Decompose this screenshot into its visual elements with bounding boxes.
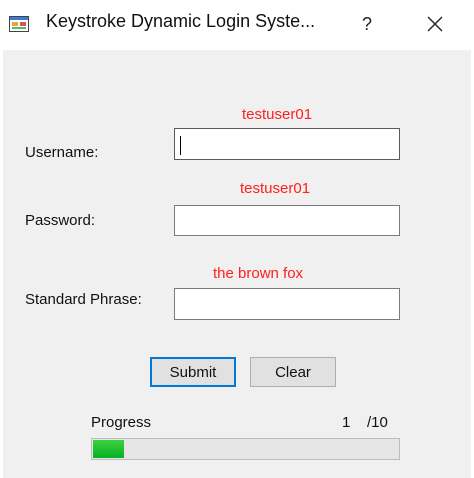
form-client-area	[3, 50, 471, 478]
progress-total: /10	[367, 414, 388, 431]
clear-button[interactable]: Clear	[250, 357, 336, 387]
close-button[interactable]	[417, 8, 453, 40]
phrase-hint: the brown fox	[213, 265, 304, 282]
progress-bar	[91, 438, 400, 460]
login-window: Keystroke Dynamic Login Syste... ? testu…	[0, 0, 474, 478]
password-hint: testuser01	[240, 180, 311, 197]
windows-form-icon	[9, 16, 29, 32]
password-label: Password:	[25, 212, 96, 229]
phrase-input[interactable]	[174, 288, 400, 320]
text-caret	[180, 136, 181, 155]
submit-button[interactable]: Submit	[150, 357, 236, 387]
phrase-label: Standard Phrase:	[25, 291, 142, 308]
username-label: Username:	[25, 144, 99, 161]
progress-current: 1	[342, 414, 351, 431]
title-bar[interactable]: Keystroke Dynamic Login Syste... ?	[0, 0, 474, 50]
progress-fill	[93, 440, 124, 458]
progress-label: Progress	[91, 414, 152, 431]
username-hint: testuser01	[242, 106, 313, 123]
help-button[interactable]: ?	[352, 8, 382, 40]
username-input[interactable]	[174, 128, 400, 160]
close-icon	[427, 16, 443, 32]
password-input[interactable]	[174, 205, 400, 236]
window-title: Keystroke Dynamic Login Syste...	[46, 11, 316, 31]
